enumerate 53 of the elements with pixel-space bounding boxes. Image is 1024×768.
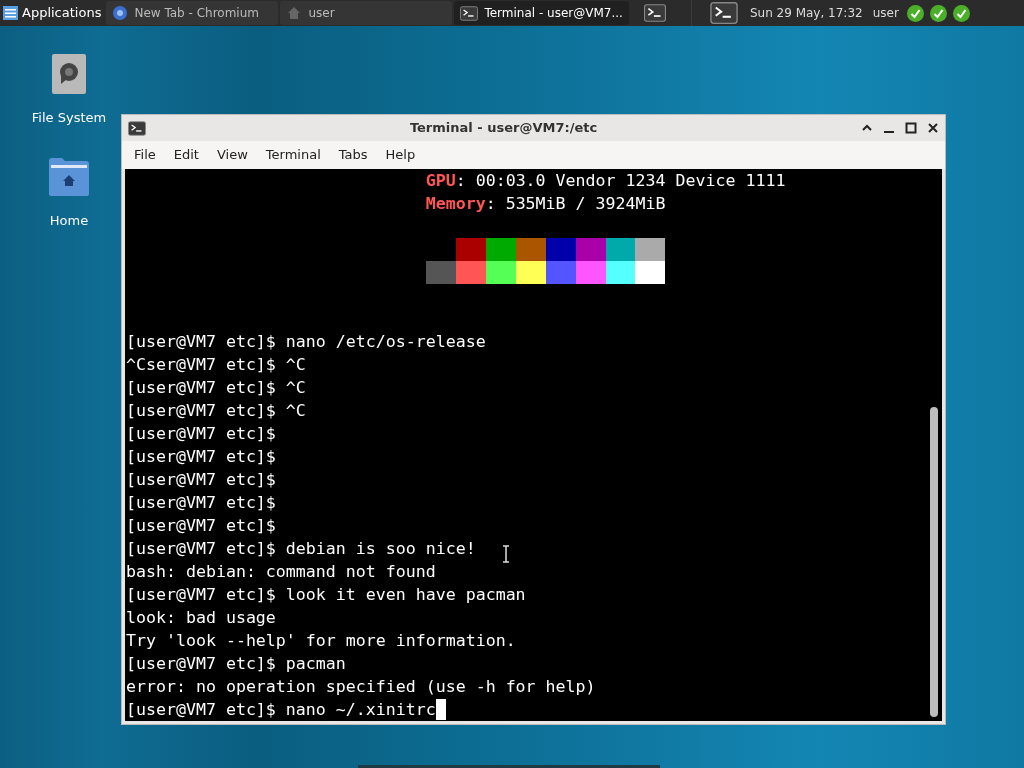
- terminal-output-line: Memory: 535MiB / 3924MiB: [425, 194, 666, 213]
- terminal-icon: [128, 120, 146, 136]
- check-icon[interactable]: [952, 4, 970, 22]
- taskbar-button[interactable]: user: [280, 1, 453, 25]
- home-folder-icon: [48, 156, 90, 197]
- terminal-output-line: error: no operation specified (use -h for help): [126, 677, 596, 696]
- menu-item[interactable]: View: [207, 145, 257, 165]
- terminal-output-line: [user@VM7 etc]$: [126, 493, 276, 512]
- menu-item[interactable]: Help: [376, 145, 425, 165]
- window-title: Terminal - user@VM7:/etc: [408, 119, 599, 138]
- desktop-icon-label[interactable]: Home: [49, 210, 89, 230]
- terminal-launcher[interactable]: [707, 2, 740, 24]
- taskbar-button[interactable]: New Tab - Chromium: [106, 1, 279, 25]
- menu-item[interactable]: Tabs: [329, 145, 377, 165]
- terminal-output-line: [user@VM7 etc]$ ^C: [126, 378, 306, 397]
- text-cursor-icon: [501, 545, 511, 563]
- scrollbar-thumb[interactable]: [930, 407, 938, 717]
- windows-icon: [643, 4, 666, 22]
- terminal-icon: [460, 5, 479, 21]
- cursor-block: [435, 699, 446, 720]
- terminal-output-line: [user@VM7 etc]$ look it even have pacman: [126, 585, 526, 604]
- terminal-output-line: look: bad usage: [126, 608, 276, 627]
- terminal-output-line: [user@VM7 etc]$: [126, 447, 276, 466]
- terminal-output-line: bash: debian: command not found: [126, 562, 436, 581]
- home-icon: [286, 5, 303, 21]
- terminal-output-line: GPU: 00:03.0 Vendor 1234 Device 1111: [425, 171, 786, 190]
- terminal-output-line: [user@VM7 etc]$ pacman: [126, 654, 346, 673]
- drive-icon: [52, 54, 86, 94]
- terminal-output-line: [user@VM7 etc]$: [126, 424, 276, 443]
- menu-item[interactable]: Edit: [164, 145, 208, 165]
- desktop-icon-label[interactable]: File System: [31, 108, 107, 128]
- user-name[interactable]: user: [872, 4, 899, 22]
- terminal-output-line: [user@VM7 etc]$ debian is soo nice!: [126, 539, 476, 558]
- check-icon[interactable]: [929, 4, 947, 22]
- terminal-output-line: Try 'look --help' for more information.: [126, 631, 516, 650]
- maximize-icon[interactable]: [905, 122, 917, 134]
- close-icon[interactable]: [927, 122, 939, 134]
- terminal-output-line: ^Cser@VM7 etc]$ ^C: [126, 355, 306, 374]
- applications-menu[interactable]: Applications: [0, 0, 105, 26]
- clock[interactable]: Sun 29 May, 17:32: [749, 4, 863, 22]
- menu-icon: [3, 6, 18, 20]
- terminal-output-line: [user@VM7 etc]$ nano ~/.xinitrc: [126, 699, 436, 721]
- menu-item[interactable]: File: [125, 145, 165, 165]
- taskbar-button[interactable]: Terminal - user@VM7...: [454, 1, 629, 25]
- terminal-output-line: [user@VM7 etc]$ nano /etc/os-release: [126, 332, 486, 351]
- terminal-output-line: [user@VM7 etc]$: [126, 470, 276, 489]
- check-icon[interactable]: [906, 4, 924, 22]
- globe-icon: [112, 5, 129, 21]
- terminal-output-line: [user@VM7 etc]$: [126, 516, 276, 535]
- scrollbar[interactable]: [926, 169, 942, 721]
- terminal-icon: [709, 2, 738, 24]
- menu-item[interactable]: Terminal: [256, 145, 330, 165]
- terminal-output-line: [user@VM7 etc]$ ^C: [126, 401, 306, 420]
